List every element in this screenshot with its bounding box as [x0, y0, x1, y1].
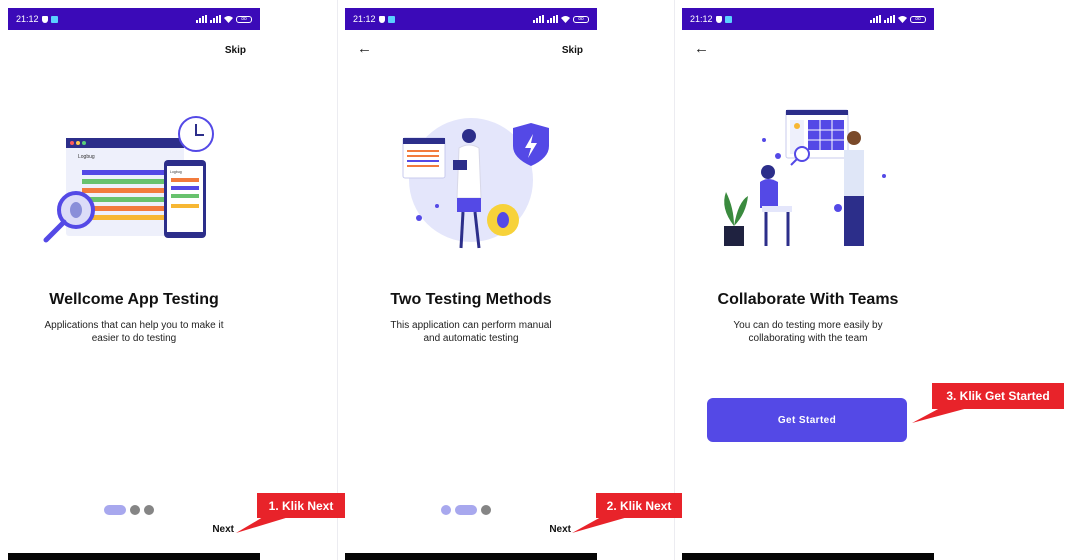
callout-label: 1. Klik Next [257, 493, 345, 518]
callout-pointer [572, 517, 628, 533]
callout-label: 2. Klik Next [596, 493, 682, 518]
callout-pointer [912, 408, 968, 423]
callout-pointers [236, 408, 968, 533]
callout-label: 3. Klik Get Started [932, 383, 1064, 409]
callout-pointer [236, 517, 289, 533]
